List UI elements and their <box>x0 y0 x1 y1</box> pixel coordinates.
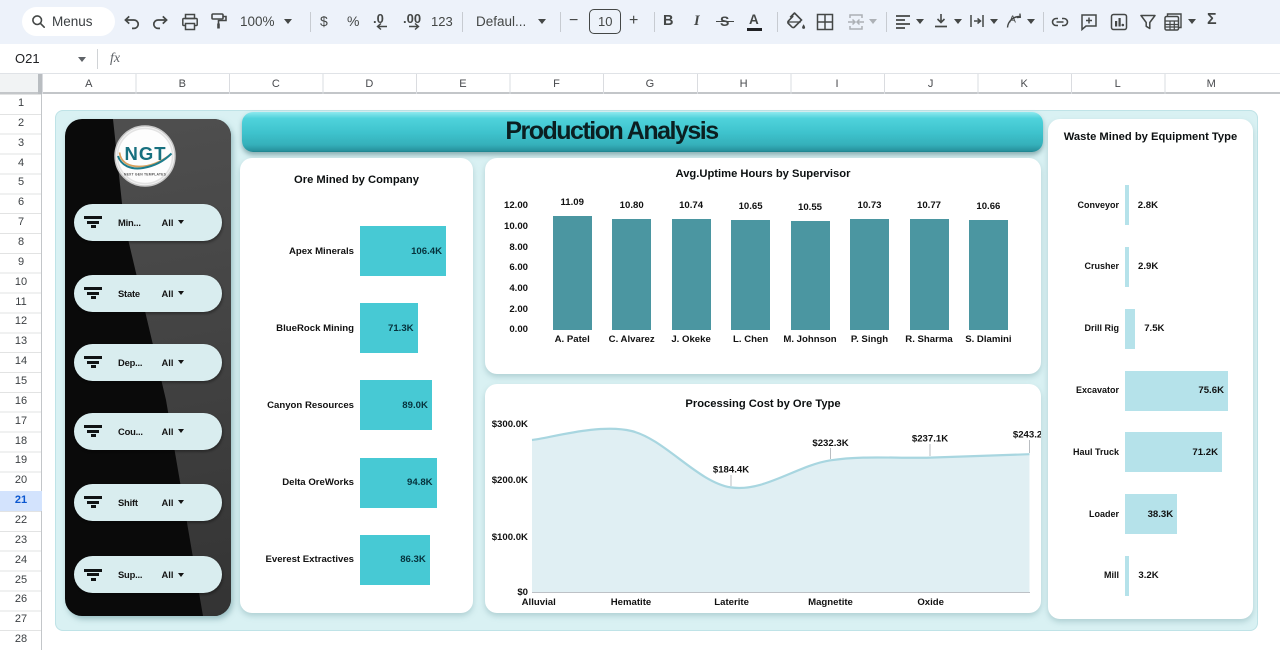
svg-text:$232.3K: $232.3K <box>812 438 848 449</box>
svg-text:$184.4K: $184.4K <box>713 465 749 476</box>
svg-text:$237.1K: $237.1K <box>912 434 948 445</box>
svg-text:$243.2K: $243.2K <box>1013 430 1041 441</box>
svg-text:NEXT GEN TEMPLATES: NEXT GEN TEMPLATES <box>124 173 167 177</box>
